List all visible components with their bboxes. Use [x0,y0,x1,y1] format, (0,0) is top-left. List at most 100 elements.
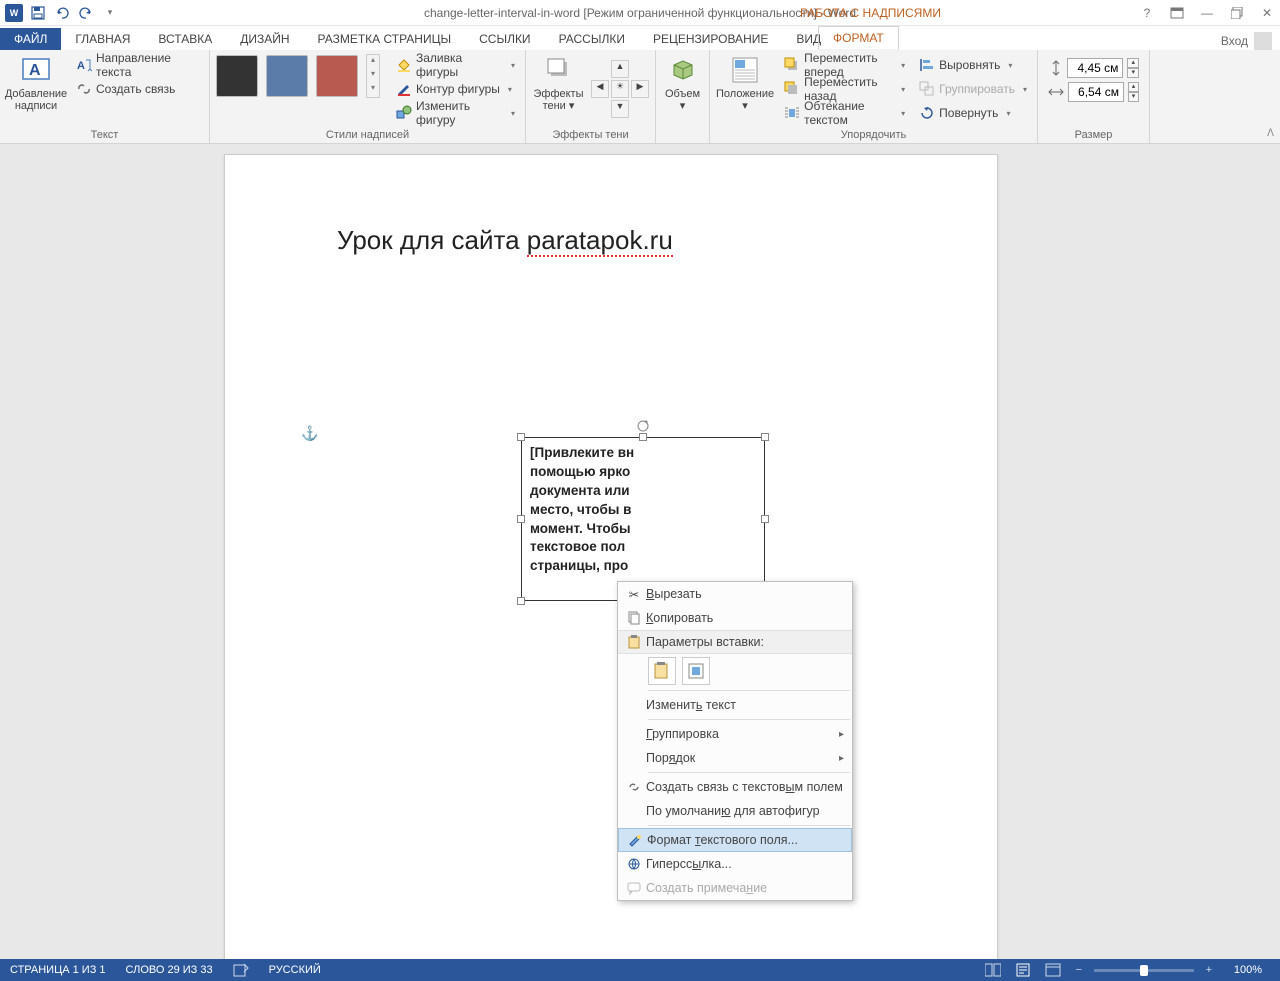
zoom-level[interactable]: 100% [1224,964,1272,976]
tab-insert[interactable]: ВСТАВКА [144,28,226,50]
position-icon [729,54,761,86]
help-button[interactable]: ? [1138,4,1156,22]
group-button[interactable]: Группировать [915,78,1031,100]
ctx-cut[interactable]: ✂ Вырезать [618,582,852,606]
text-direction-icon: A [76,57,92,73]
position-button[interactable]: Положение▾ [716,54,774,112]
window-title: change-letter-interval-in-word [Режим ог… [424,6,856,20]
document-area: Урок для сайта paratapok.ru ⚓ [Привлекит… [0,144,1280,959]
save-button[interactable] [28,3,48,23]
paste-option-1[interactable] [648,657,676,685]
app-icon[interactable]: W [4,3,24,23]
shape-style-1[interactable] [216,55,258,97]
zoom-slider[interactable] [1094,969,1194,972]
rotate-handle[interactable] [636,419,650,433]
context-menu: ✂ Вырезать Копировать Параметры вставки:… [617,581,853,901]
tab-home[interactable]: ГЛАВНАЯ [61,28,144,50]
ctx-default-autoshape[interactable]: По умолчанию для автофигур [618,799,852,823]
status-page[interactable]: Страница 1 из 1 [0,964,116,976]
text-direction-button[interactable]: A Направление текста [72,54,203,76]
width-up[interactable]: ▴ [1128,82,1139,92]
zoom-thumb[interactable] [1140,965,1148,976]
ctx-separator [648,690,850,691]
redo-button[interactable] [76,3,96,23]
wrap-text-button[interactable]: Обтекание текстом [780,102,909,124]
tab-file[interactable]: ФАЙЛ [0,28,61,50]
ctx-format-textbox[interactable]: Формат текстового поля... [618,828,852,852]
ctx-hyperlink[interactable]: Гиперссылка... [618,852,852,876]
ctx-edit-text[interactable]: Изменить текст [618,693,852,717]
bring-forward-button[interactable]: Переместить вперед [780,54,909,76]
zoom-in-button[interactable]: + [1202,964,1216,976]
minimize-button[interactable]: — [1198,4,1216,22]
tab-design[interactable]: ДИЗАЙН [226,28,303,50]
add-textbox-button[interactable]: A Добавление надписи [6,54,66,112]
resize-handle-t[interactable] [639,433,647,441]
status-language[interactable]: Русский [259,964,331,976]
textbox-selection[interactable]: [Привлеките вн помощью ярко документа ил… [521,437,765,601]
group-label-styles: Стили надписей [216,127,519,141]
ctx-paste-header: Параметры вставки: [618,630,852,654]
ctx-order[interactable]: Порядок [618,746,852,770]
nudge-shadow-left[interactable]: ◀ [591,80,609,98]
nudge-shadow-up[interactable]: ▲ [611,60,629,78]
tab-format[interactable]: ФОРМАТ [818,26,899,50]
resize-handle-bl[interactable] [517,597,525,605]
tab-mailings[interactable]: РАССЫЛКИ [545,28,639,50]
qat-customize[interactable]: ▾ [100,3,120,23]
shape-style-3[interactable] [316,55,358,97]
site-name: paratapok.ru [527,225,673,257]
zoom-out-button[interactable]: − [1072,964,1086,976]
nudge-shadow-down[interactable]: ▼ [611,100,629,118]
page[interactable]: Урок для сайта paratapok.ru ⚓ [Привлекит… [224,154,998,959]
width-input[interactable] [1068,82,1124,102]
resize-handle-l[interactable] [517,515,525,523]
textbox-content[interactable]: [Привлеките вн помощью ярко документа ил… [521,437,765,601]
create-link-button[interactable]: Создать связь [72,78,203,100]
paint-bucket-icon [396,57,412,73]
status-words[interactable]: Слово 29 из 33 [116,964,223,976]
rotate-icon [919,105,935,121]
style-gallery-more[interactable]: ▾ [367,83,379,97]
send-backward-button[interactable]: Переместить назад [780,78,909,100]
status-proofing[interactable] [223,963,259,977]
resize-handle-tr[interactable] [761,433,769,441]
restore-button[interactable] [1228,4,1246,22]
ctx-create-link[interactable]: Создать связь с текстовым полем [618,775,852,799]
tab-page-layout[interactable]: РАЗМЕТКА СТРАНИЦЫ [304,28,466,50]
shadow-effects-button[interactable]: Эффекты тени ▾ [532,54,585,112]
width-icon [1048,84,1064,100]
ribbon-display-options[interactable] [1168,4,1186,22]
sign-in[interactable]: Вход [1221,32,1272,50]
group-label-text: Текст [6,127,203,141]
view-read-mode[interactable] [982,961,1004,979]
resize-handle-r[interactable] [761,515,769,523]
ctx-copy[interactable]: Копировать [618,606,852,630]
undo-button[interactable] [52,3,72,23]
shadow-toggle[interactable]: ☀ [611,80,629,98]
ctx-grouping[interactable]: Группировка [618,722,852,746]
shape-fill-button[interactable]: Заливка фигуры [392,54,519,76]
shape-outline-button[interactable]: Контур фигуры [392,78,519,100]
height-input[interactable] [1067,58,1123,78]
tab-review[interactable]: РЕЦЕНЗИРОВАНИЕ [639,28,782,50]
3d-effects-button[interactable]: Объем▾ [662,54,703,112]
width-down[interactable]: ▾ [1128,92,1139,102]
view-print-layout[interactable] [1012,961,1034,979]
align-button[interactable]: Выровнять [915,54,1031,76]
shape-style-2[interactable] [266,55,308,97]
style-scroll-up[interactable]: ▴ [367,55,379,69]
change-shape-button[interactable]: Изменить фигуру [392,102,519,124]
close-button[interactable]: ✕ [1258,4,1276,22]
collapse-ribbon-button[interactable]: ᐱ [1267,128,1274,139]
rotate-button[interactable]: Повернуть [915,102,1031,124]
view-web-layout[interactable] [1042,961,1064,979]
style-scroll-down[interactable]: ▾ [367,69,379,83]
height-up[interactable]: ▴ [1127,58,1139,68]
height-down[interactable]: ▾ [1127,68,1139,78]
group-label-shadow: Эффекты тени [532,127,649,141]
resize-handle-tl[interactable] [517,433,525,441]
tab-references[interactable]: ССЫЛКИ [465,28,544,50]
nudge-shadow-right[interactable]: ▶ [631,80,649,98]
paste-option-2[interactable] [682,657,710,685]
